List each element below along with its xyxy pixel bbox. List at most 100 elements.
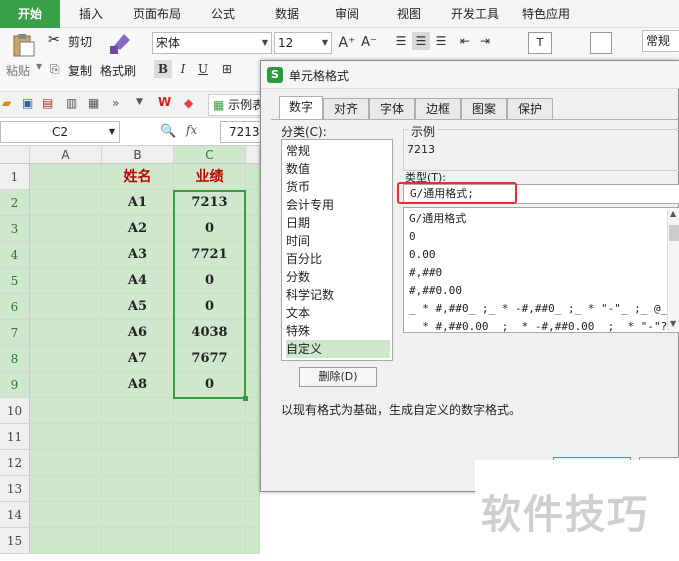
category-item[interactable]: 特殊 xyxy=(286,322,390,340)
format-list-scrollbar[interactable]: ▲ ▼ xyxy=(667,209,679,331)
table-cell[interactable] xyxy=(174,528,246,554)
tab-number[interactable]: 数字 xyxy=(279,96,323,119)
table-cell[interactable] xyxy=(30,294,102,320)
table-cell[interactable] xyxy=(30,216,102,242)
table-cell[interactable]: A5 xyxy=(102,294,174,320)
open-icon[interactable]: ▰ xyxy=(2,96,11,110)
increase-font-icon[interactable]: A⁺ xyxy=(338,34,356,52)
paste-icon[interactable] xyxy=(8,32,38,58)
table-cell[interactable]: 姓名 xyxy=(102,164,174,190)
tab-developer[interactable]: 开发工具 xyxy=(444,0,506,28)
copy-button[interactable]: 复制 xyxy=(68,62,92,79)
table-cell[interactable] xyxy=(174,476,246,502)
align-top-icon[interactable]: ☰ xyxy=(392,32,410,50)
print-icon[interactable]: ▥ xyxy=(66,96,77,110)
row-header[interactable]: 14 xyxy=(0,502,30,528)
tab-protection[interactable]: 保护 xyxy=(507,98,553,119)
table-cell[interactable] xyxy=(30,190,102,216)
format-item[interactable]: _ * #,##0.00_ ;_ * -#,##0.00_ ;_ * "-"??… xyxy=(409,318,679,332)
table-cell[interactable]: A8 xyxy=(102,372,174,398)
format-item[interactable]: #,##0 xyxy=(409,264,442,282)
table-cell[interactable] xyxy=(102,502,174,528)
table-cell[interactable] xyxy=(102,528,174,554)
table-cell[interactable] xyxy=(246,268,260,294)
function-icon[interactable]: fx xyxy=(186,123,197,137)
column-header-c[interactable]: C xyxy=(174,146,246,164)
category-item[interactable]: 日期 xyxy=(286,214,390,232)
tab-border[interactable]: 边框 xyxy=(415,98,461,119)
table-cell[interactable] xyxy=(246,450,260,476)
table-cell[interactable] xyxy=(246,242,260,268)
category-item[interactable]: 时间 xyxy=(286,232,390,250)
tab-data[interactable]: 数据 xyxy=(262,0,312,28)
copy-icon[interactable]: ⎘ xyxy=(50,62,60,77)
name-box[interactable]: C2 ▼ xyxy=(0,121,120,143)
bold-button[interactable]: B xyxy=(154,60,172,78)
table-cell[interactable]: A7 xyxy=(102,346,174,372)
type-input[interactable]: G/通用格式; xyxy=(403,184,679,204)
table-cell[interactable] xyxy=(30,528,102,554)
table-cell[interactable] xyxy=(102,476,174,502)
document-tab[interactable]: ▦ 示例表 xyxy=(208,94,263,116)
wrap-text-icon[interactable] xyxy=(590,32,612,54)
format-list[interactable]: G/通用格式 0 0.00 #,##0 #,##0.00 _ * #,##0_ ;_ * … xyxy=(403,207,679,333)
chevron-down-icon[interactable]: ▼ xyxy=(36,62,42,71)
table-cell[interactable]: 0 xyxy=(174,372,246,398)
row-header[interactable]: 7 xyxy=(0,320,30,346)
decrease-font-icon[interactable]: A⁻ xyxy=(360,34,378,52)
more-icon[interactable]: » xyxy=(112,96,119,110)
table-cell[interactable] xyxy=(246,346,260,372)
table-cell[interactable]: 0 xyxy=(174,268,246,294)
row-header[interactable]: 2 xyxy=(0,190,30,216)
table-cell[interactable] xyxy=(102,424,174,450)
format-item[interactable]: 0 xyxy=(409,228,416,246)
format-item[interactable]: 0.00 xyxy=(409,246,436,264)
align-middle-icon[interactable]: ☰ xyxy=(412,32,430,50)
table-cell[interactable] xyxy=(246,398,260,424)
row-header[interactable]: 5 xyxy=(0,268,30,294)
table-cell[interactable]: 4038 xyxy=(174,320,246,346)
zoom-icon[interactable]: 🔍 xyxy=(160,124,176,139)
tab-view[interactable]: 视图 xyxy=(384,0,434,28)
table-cell[interactable] xyxy=(246,502,260,528)
row-header[interactable]: 15 xyxy=(0,528,30,554)
category-list[interactable]: 常规 数值 货币 会计专用 日期 时间 百分比 分数 科学记数 文本 特殊 自定义 xyxy=(281,139,393,361)
font-name-select[interactable]: 宋体 ▼ xyxy=(152,32,272,54)
table-cell[interactable]: A6 xyxy=(102,320,174,346)
table-cell[interactable] xyxy=(30,476,102,502)
row-header[interactable]: 11 xyxy=(0,424,30,450)
tab-review[interactable]: 审阅 xyxy=(322,0,372,28)
tab-insert[interactable]: 插入 xyxy=(64,0,118,28)
row-header[interactable]: 4 xyxy=(0,242,30,268)
category-item[interactable]: 货币 xyxy=(286,178,390,196)
table-cell[interactable]: 7213 xyxy=(174,190,246,216)
table-cell[interactable] xyxy=(102,450,174,476)
format-painter-button[interactable]: 格式刷 xyxy=(100,62,136,79)
table-cell[interactable]: A1 xyxy=(102,190,174,216)
table-cell[interactable] xyxy=(30,398,102,424)
cut-button[interactable]: 剪切 xyxy=(68,33,92,50)
table-cell[interactable] xyxy=(246,424,260,450)
table-cell[interactable] xyxy=(30,424,102,450)
tab-formulas[interactable]: 公式 xyxy=(198,0,248,28)
table-cell[interactable] xyxy=(30,372,102,398)
tab-font[interactable]: 字体 xyxy=(369,98,415,119)
tab-pattern[interactable]: 图案 xyxy=(461,98,507,119)
category-item[interactable]: 文本 xyxy=(286,304,390,322)
table-cell[interactable] xyxy=(246,528,260,554)
row-header[interactable]: 9 xyxy=(0,372,30,398)
column-header-b[interactable]: B xyxy=(102,146,174,164)
table-cell[interactable]: 业绩 xyxy=(174,164,246,190)
table-cell[interactable] xyxy=(174,502,246,528)
scroll-up-icon[interactable]: ▲ xyxy=(670,209,676,218)
table-cell[interactable] xyxy=(174,398,246,424)
row-header[interactable]: 6 xyxy=(0,294,30,320)
category-item[interactable]: 百分比 xyxy=(286,250,390,268)
row-header[interactable]: 12 xyxy=(0,450,30,476)
table-cell[interactable] xyxy=(30,346,102,372)
category-item[interactable]: 自定义 xyxy=(286,340,390,358)
table-cell[interactable] xyxy=(30,502,102,528)
italic-button[interactable]: I xyxy=(174,60,192,78)
table-cell[interactable] xyxy=(174,450,246,476)
format-painter-icon[interactable] xyxy=(106,32,132,56)
